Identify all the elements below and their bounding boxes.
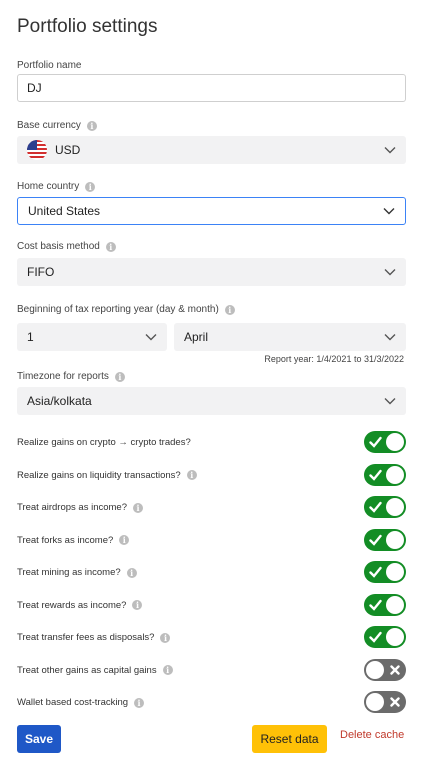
check-icon (369, 436, 382, 448)
toggle-switch[interactable] (364, 626, 406, 648)
info-icon[interactable]: i (105, 241, 116, 252)
cost-basis-label-text: Cost basis method (17, 241, 100, 252)
toggle-switch[interactable] (364, 463, 406, 486)
info-icon[interactable]: i (126, 567, 137, 578)
portfolio-name-label: Portfolio name (17, 60, 81, 71)
toggle-row-label: Wallet based cost-tracking i (17, 697, 145, 708)
page-title: Portfolio settings (17, 16, 158, 37)
check-icon (369, 631, 382, 643)
info-icon[interactable]: i (119, 535, 130, 545)
info-icon[interactable]: i (134, 697, 145, 708)
check-icon (369, 534, 382, 546)
tax-month-select[interactable]: April (174, 323, 406, 351)
toggle-label-text: Wallet based cost-tracking (17, 697, 129, 708)
toggle-row-label: Treat other gains as capital gains i (17, 665, 173, 676)
info-icon[interactable]: i (85, 181, 96, 192)
toggle-label-text: Treat transfer fees as disposals? (17, 632, 155, 643)
timezone-value: Asia/kolkata (27, 394, 92, 408)
close-icon (390, 664, 400, 675)
timezone-select[interactable]: Asia/kolkata (17, 387, 406, 415)
home-country-select[interactable]: United States (17, 197, 406, 225)
info-icon[interactable]: i (224, 304, 235, 315)
base-currency-value: USD (55, 143, 81, 157)
base-currency-select[interactable]: USD (17, 136, 406, 164)
toggle-label-text: Treat airdrops as income? (17, 502, 128, 513)
toggle-label-text: Treat rewards as income? (17, 599, 127, 611)
info-icon[interactable]: i (162, 665, 173, 675)
tax-month-value: April (184, 330, 209, 344)
toggle-knob (386, 628, 404, 646)
check-icon (369, 599, 382, 611)
toggle-row-label: Treat rewards as income? i (17, 599, 143, 611)
delete-cache-link[interactable]: Delete cache (340, 729, 404, 741)
chevron-down-icon (383, 208, 395, 215)
toggle-switch[interactable] (364, 691, 406, 713)
report-year-note: Report year: 1/4/2021 to 31/3/2022 (264, 354, 404, 364)
portfolio-name-label-text: Portfolio name (17, 60, 82, 71)
info-icon[interactable]: i (160, 632, 171, 643)
toggle-row-label: Realize gains on crypto → crypto trades? (17, 437, 191, 448)
base-currency-label-text: Base currency (17, 120, 81, 131)
save-button[interactable]: Save (17, 725, 61, 753)
close-icon (390, 697, 400, 707)
toggle-knob (386, 465, 404, 484)
toggle-switch[interactable] (364, 658, 406, 681)
toggle-knob (386, 498, 404, 516)
toggle-switch[interactable] (364, 496, 406, 518)
chevron-down-icon (384, 398, 396, 405)
toggle-switch[interactable] (364, 528, 406, 551)
chevron-down-icon (145, 334, 157, 341)
toggle-row-label: Realize gains on liquidity transactions?… (17, 470, 197, 481)
timezone-label: Timezone for reports i (17, 371, 125, 382)
toggle-knob (386, 563, 404, 581)
portfolio-name-input[interactable]: DJ (17, 74, 406, 102)
toggle-knob (366, 660, 384, 679)
toggle-label-text: Realize gains on crypto → crypto trades? (17, 437, 191, 448)
check-icon (369, 469, 382, 481)
toggle-row-label: Treat transfer fees as disposals? i (17, 632, 171, 643)
toggle-label-text: Treat other gains as capital gains (17, 664, 157, 676)
cost-basis-select[interactable]: FIFO (17, 258, 406, 286)
toggle-switch[interactable] (364, 431, 406, 453)
toggle-knob (386, 595, 404, 614)
toggle-knob (366, 693, 384, 711)
toggle-row-label: Treat mining as income? i (17, 567, 137, 578)
tax-year-label: Beginning of tax reporting year (day & m… (17, 304, 235, 315)
tax-year-label-text: Beginning of tax reporting year (day & m… (17, 304, 219, 315)
tax-day-value: 1 (27, 330, 34, 344)
toggle-knob (386, 433, 404, 451)
info-icon[interactable]: i (133, 502, 144, 513)
toggle-label-text: Realize gains on liquidity transactions? (17, 469, 181, 481)
info-icon[interactable]: i (132, 600, 143, 610)
toggle-label-text: Treat forks as income? (17, 534, 114, 546)
toggle-row-label: Treat forks as income? i (17, 534, 130, 546)
check-icon (369, 566, 382, 578)
cost-basis-label: Cost basis method i (17, 241, 116, 252)
chevron-down-icon (384, 334, 396, 341)
reset-data-button[interactable]: Reset data (252, 725, 327, 753)
tax-day-select[interactable]: 1 (17, 323, 167, 351)
info-icon[interactable]: i (186, 470, 197, 480)
info-icon[interactable]: i (86, 120, 97, 131)
home-country-label: Home country i (17, 181, 96, 192)
home-country-value: United States (28, 204, 101, 218)
toggle-switch[interactable] (364, 593, 406, 616)
chevron-down-icon (384, 269, 396, 276)
toggle-label-text: Treat mining as income? (17, 567, 121, 578)
toggle-knob (386, 530, 404, 549)
timezone-label-text: Timezone for reports (17, 371, 109, 382)
chevron-down-icon (384, 147, 396, 154)
toggle-row-label: Treat airdrops as income? i (17, 502, 144, 513)
home-country-label-text: Home country (17, 181, 80, 192)
toggle-switch[interactable] (364, 561, 406, 583)
check-icon (369, 501, 382, 513)
base-currency-label: Base currency i (17, 120, 97, 131)
us-flag-icon (27, 140, 47, 160)
info-icon[interactable]: i (114, 371, 125, 382)
cost-basis-value: FIFO (27, 265, 55, 279)
